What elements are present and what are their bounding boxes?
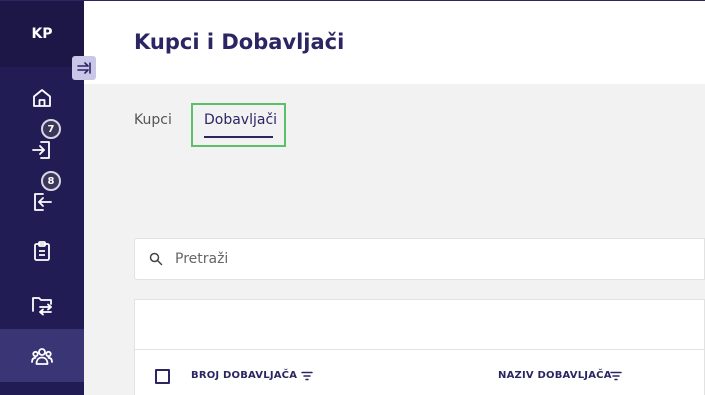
tab-dobavljaci[interactable]: Dobavljači — [204, 112, 277, 128]
sidebar-item-home[interactable] — [0, 72, 84, 124]
column-header-broj[interactable]: BROJ DOBAVLJAČA — [191, 370, 297, 381]
page-header: Kupci i Dobavljači — [84, 1, 705, 84]
expand-arrow-icon — [77, 62, 91, 74]
search-icon — [149, 252, 163, 266]
tab-kupci[interactable]: Kupci — [134, 112, 172, 128]
sidebar-collapse-button[interactable] — [72, 56, 96, 80]
filter-icon[interactable] — [610, 371, 622, 381]
clipboard-icon — [34, 241, 50, 261]
filter-icon[interactable] — [301, 371, 313, 381]
sidebar-item-documents[interactable] — [0, 225, 84, 277]
sidebar-item-transfers[interactable] — [0, 278, 84, 330]
notification-badge: 7 — [41, 119, 61, 139]
active-tab-indicator — [204, 136, 273, 138]
folder-transfer-icon — [32, 297, 52, 316]
column-header-naziv[interactable]: NAZIV DOBAVLJAČA — [498, 370, 612, 381]
home-icon — [33, 89, 51, 107]
users-icon — [31, 347, 53, 365]
sidebar-item-partners[interactable] — [0, 329, 84, 382]
page-title: Kupci i Dobavljači — [134, 30, 345, 54]
inbox-arrow-icon — [32, 141, 50, 159]
search-bar — [134, 238, 705, 280]
table-header-row: BROJ DOBAVLJAČA NAZIV DOBAVLJAČA — [134, 299, 705, 395]
search-input[interactable] — [175, 248, 675, 270]
notification-badge: 8 — [41, 171, 61, 191]
outbox-arrow-icon — [34, 193, 52, 211]
select-all-checkbox[interactable] — [155, 369, 170, 384]
